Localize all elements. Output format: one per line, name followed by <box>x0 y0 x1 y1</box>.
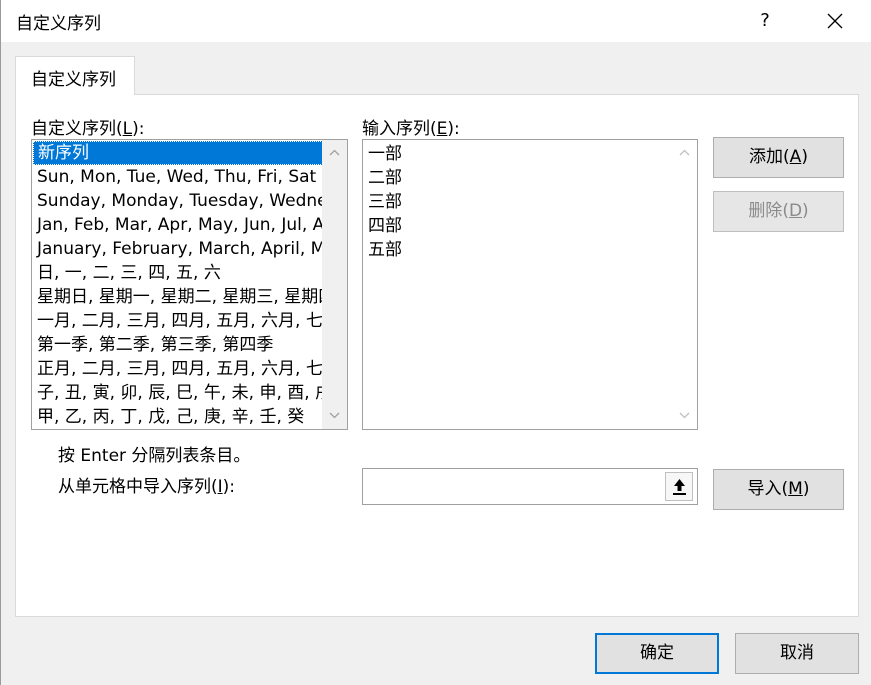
list-entry-line: 四部 <box>368 216 402 236</box>
list-entries-lines: 一部二部三部四部五部 <box>364 142 664 262</box>
tab-custom-lists[interactable]: 自定义序列 <box>15 56 135 95</box>
add-button[interactable]: 添加(A) <box>713 137 844 178</box>
custom-list-item[interactable]: 第一季, 第二季, 第三季, 第四季 <box>33 333 323 357</box>
list-entry-line: 五部 <box>368 240 402 260</box>
custom-list-item[interactable]: January, February, March, April, May, Ju… <box>33 237 323 261</box>
entries-scroll-up-button[interactable] <box>672 142 697 164</box>
custom-list-item[interactable]: 子, 丑, 寅, 卯, 辰, 巳, 午, 未, 申, 酉, 戌, 亥 <box>33 381 323 405</box>
scroll-up-button[interactable] <box>322 142 347 164</box>
tab-label: 自定义序列 <box>31 70 116 90</box>
list-entries-textarea[interactable]: 一部二部三部四部五部 <box>362 139 698 430</box>
custom-list-item[interactable]: 星期日, 星期一, 星期二, 星期三, 星期四, 星期五, 星期六 <box>33 285 323 309</box>
chevron-up-icon <box>329 149 340 156</box>
custom-list-item[interactable]: 甲, 乙, 丙, 丁, 戊, 己, 庚, 辛, 壬, 癸 <box>33 405 323 429</box>
custom-list-item[interactable]: 一月, 二月, 三月, 四月, 五月, 六月, 七月, 八月, 九月, 十月, … <box>33 309 323 333</box>
entries-scroll-down-button[interactable] <box>672 405 697 427</box>
close-icon <box>827 13 843 29</box>
import-range-input[interactable] <box>365 471 655 502</box>
close-button[interactable] <box>811 4 859 38</box>
custom-lists-dialog: 自定义序列 ? 自定义序列 自定义序列(L): 新序列 Sun, Mon, Tue… <box>0 0 871 685</box>
custom-list-item[interactable]: Jan, Feb, Mar, Apr, May, Jun, Jul, Aug, … <box>33 213 323 237</box>
chevron-up-icon <box>679 149 690 156</box>
delete-button[interactable]: 删除(D) <box>713 191 844 232</box>
scroll-down-button[interactable] <box>322 405 347 427</box>
enter-hint: 按 Enter 分隔列表条目。 <box>58 446 251 466</box>
cancel-button[interactable]: 取消 <box>735 633 859 674</box>
dialog-title: 自定义序列 <box>16 14 101 34</box>
import-range-field[interactable] <box>362 468 698 505</box>
custom-lists-listbox[interactable]: 新序列 Sun, Mon, Tue, Wed, Thu, Fri, Sat Sund… <box>31 139 348 430</box>
import-from-cells-label: 从单元格中导入序列(I): <box>58 477 236 497</box>
custom-list-item[interactable]: 正月, 二月, 三月, 四月, 五月, 六月, 七月, 八月, 九月, 十月, … <box>33 357 323 381</box>
custom-list-item[interactable]: 日, 一, 二, 三, 四, 五, 六 <box>33 261 323 285</box>
custom-list-item[interactable]: 新序列 <box>33 141 323 165</box>
list-entries-scrollbar[interactable] <box>672 140 697 429</box>
chevron-down-icon <box>679 412 690 419</box>
custom-lists-label: 自定义序列(L): <box>31 119 145 139</box>
chevron-down-icon <box>329 412 340 419</box>
ok-button[interactable]: 确定 <box>595 633 719 674</box>
range-select-button[interactable] <box>665 472 693 501</box>
list-entry-line: 二部 <box>368 168 402 188</box>
custom-list-item[interactable]: Sunday, Monday, Tuesday, Wednesday, Thur… <box>33 189 323 213</box>
import-button[interactable]: 导入(M) <box>713 469 844 510</box>
list-entry-line: 一部 <box>368 144 402 164</box>
help-icon: ? <box>760 10 770 31</box>
custom-list-item[interactable]: Sun, Mon, Tue, Wed, Thu, Fri, Sat <box>33 165 323 189</box>
title-bar: 自定义序列 ? <box>1 0 871 42</box>
tab-panel: 自定义序列(L): 新序列 Sun, Mon, Tue, Wed, Thu, Fr… <box>15 94 859 617</box>
help-button[interactable]: ? <box>746 4 784 38</box>
custom-lists-scrollbar[interactable] <box>322 140 347 429</box>
list-entry-line: 三部 <box>368 192 402 212</box>
list-entries-label: 输入序列(E): <box>362 119 460 139</box>
collapse-dialog-icon <box>673 479 686 495</box>
custom-lists-items: 新序列 Sun, Mon, Tue, Wed, Thu, Fri, Sat Sund… <box>33 141 323 429</box>
